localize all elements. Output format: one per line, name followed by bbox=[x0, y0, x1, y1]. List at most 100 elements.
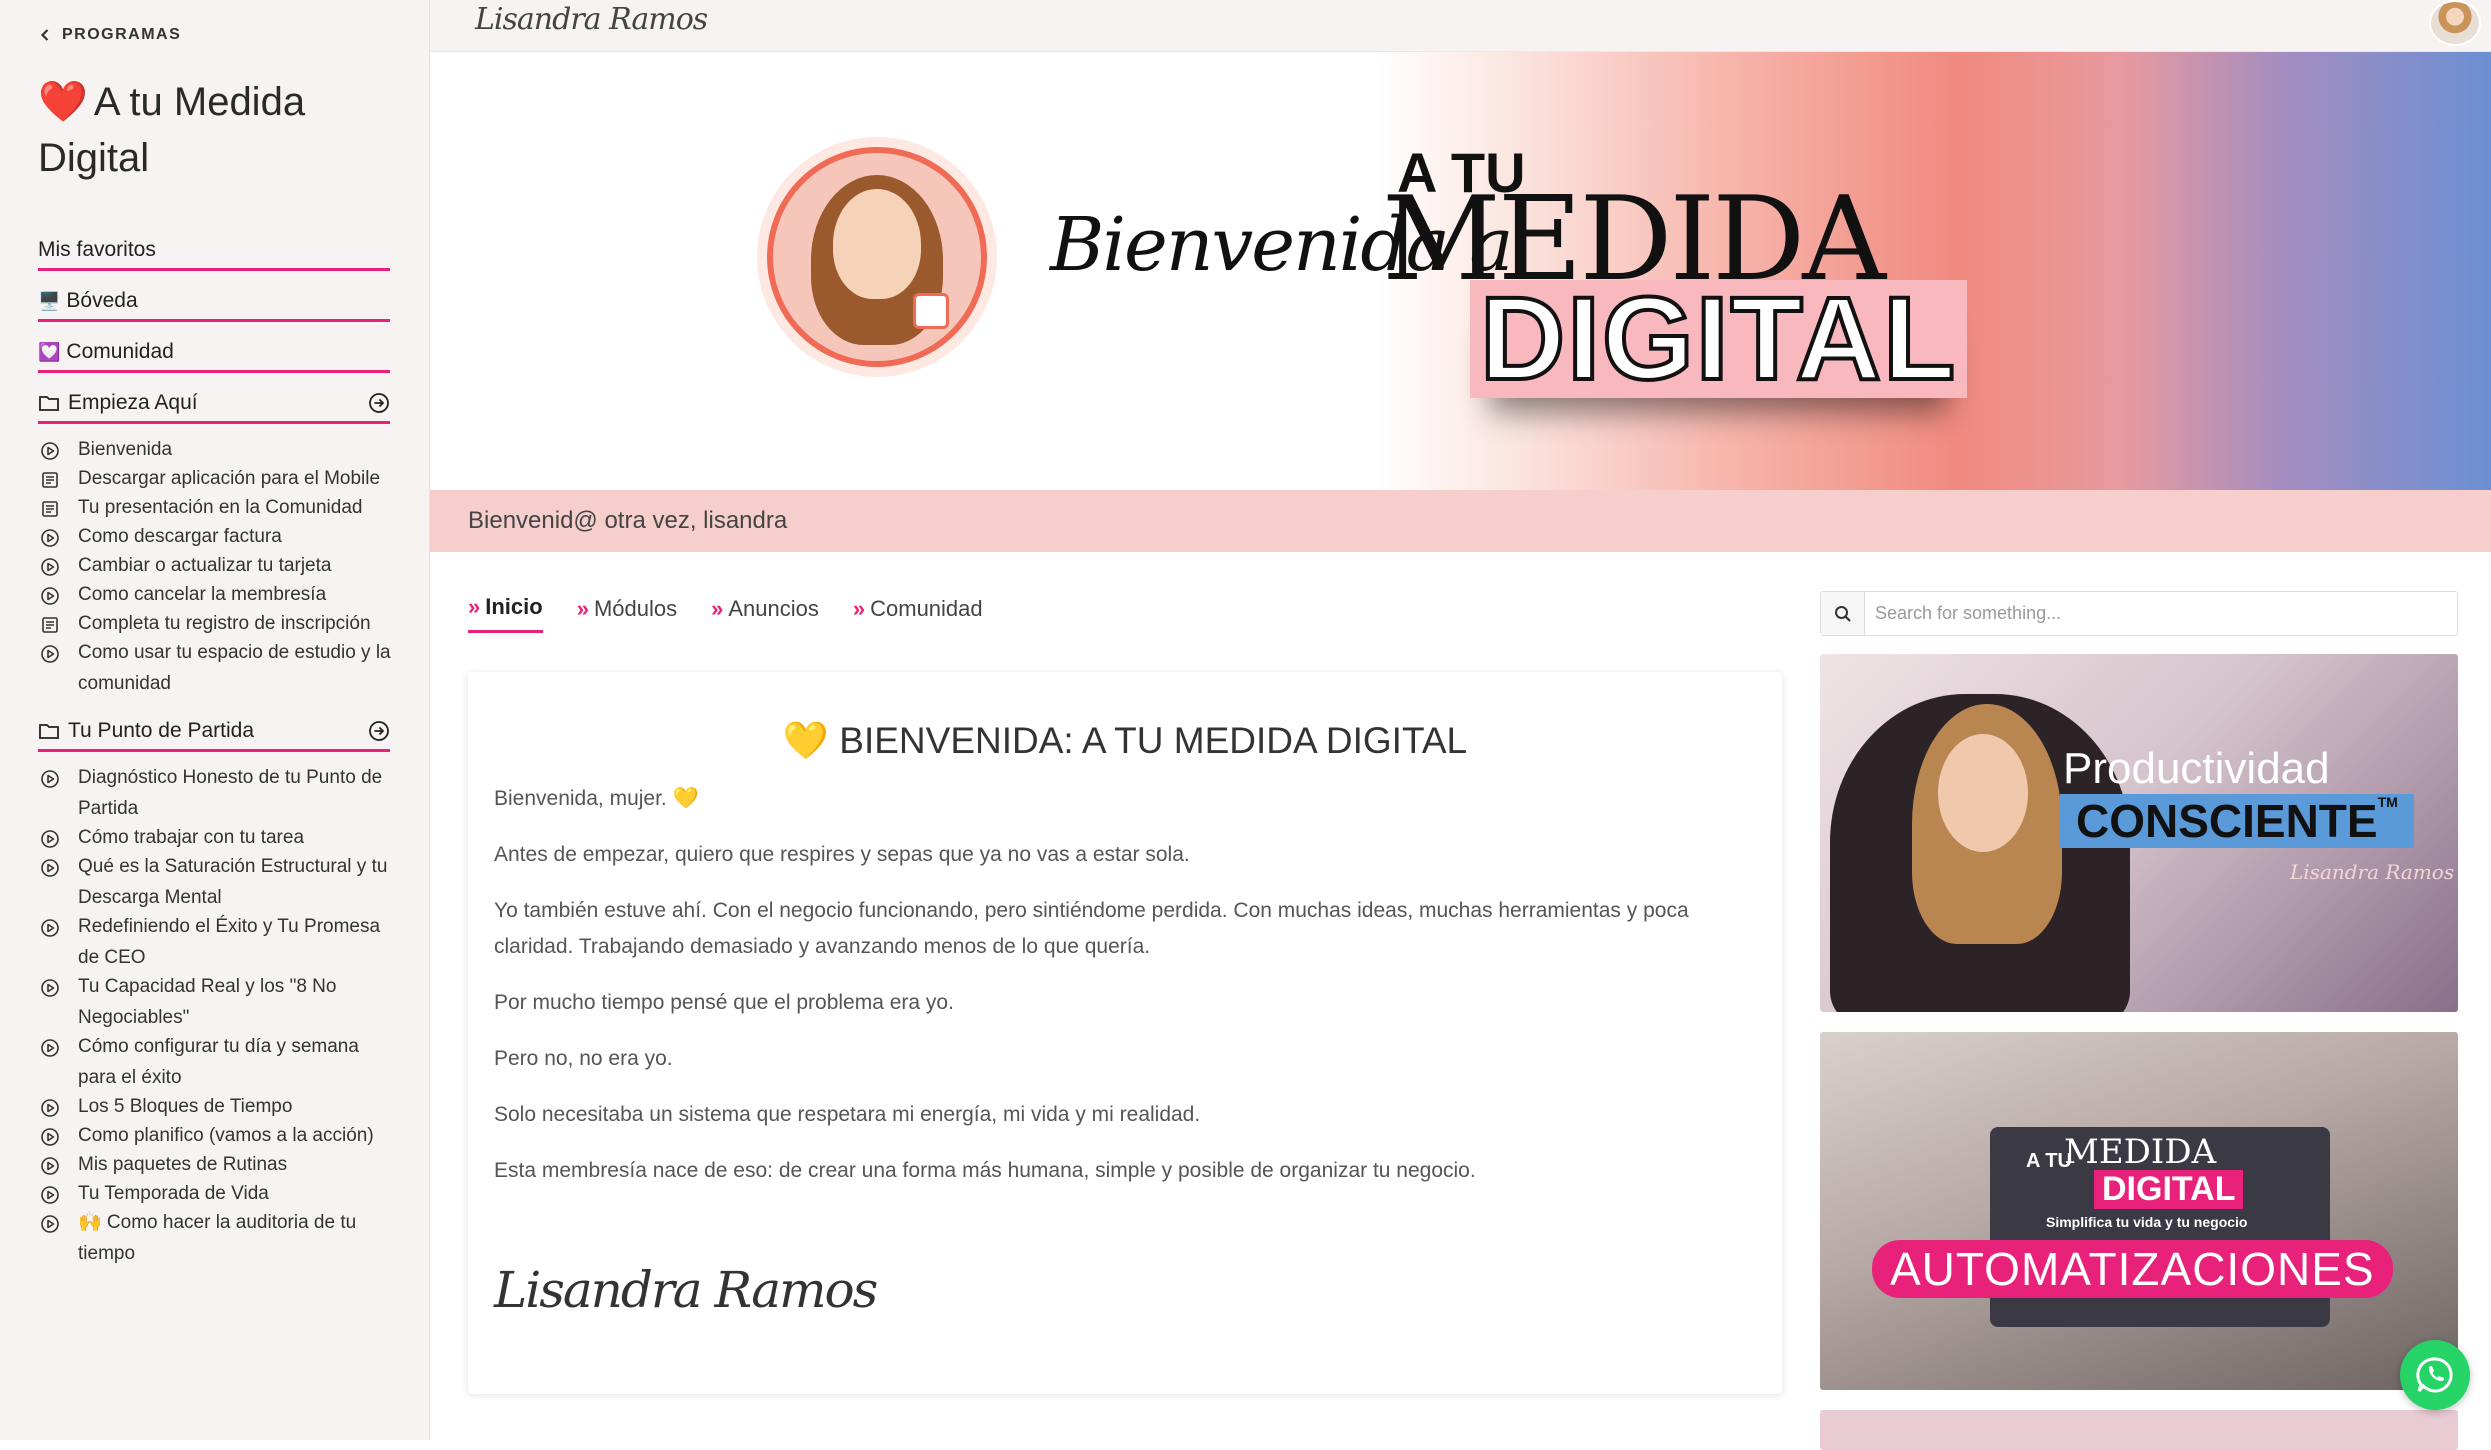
post-paragraph: Por mucho tiempo pensé que el problema e… bbox=[494, 991, 954, 1014]
arrow-circle-right-icon[interactable] bbox=[368, 392, 390, 414]
yellow-heart-icon: 💛 bbox=[782, 720, 829, 761]
lesson-item[interactable]: Bienvenida bbox=[38, 434, 398, 465]
lesson-item[interactable]: Cómo configurar tu día y semana para el … bbox=[38, 1031, 398, 1093]
double-chevron-right-icon: » bbox=[576, 595, 589, 621]
lesson-item[interactable]: Diagnóstico Honesto de tu Punto de Parti… bbox=[38, 762, 398, 824]
lesson-label: Tu Capacidad Real y los "8 No Negociable… bbox=[78, 976, 337, 1028]
lesson-label: Como descargar factura bbox=[78, 526, 282, 547]
welcome-bar: Bienvenid@ otra vez, lisandra bbox=[430, 490, 2491, 552]
promo2-digital: DIGITAL bbox=[2094, 1170, 2244, 1209]
lesson-item[interactable]: Los 5 Bloques de Tiempo bbox=[38, 1091, 398, 1122]
document-icon bbox=[40, 614, 60, 634]
post-paragraph: Pero no, no era yo. bbox=[494, 1047, 673, 1070]
sidebar: PROGRAMAS ❤️ A tu Medida Digital Mis favo… bbox=[0, 0, 430, 1440]
lesson-label: Qué es la Saturación Estructural y tu De… bbox=[78, 856, 388, 908]
lesson-item[interactable]: 🙌 Como hacer la auditoria de tu tiempo bbox=[38, 1207, 398, 1269]
lesson-item[interactable]: Tu Temporada de Vida bbox=[38, 1178, 398, 1209]
lesson-label: Mis paquetes de Rutinas bbox=[78, 1154, 288, 1175]
play-circle-icon bbox=[40, 1213, 60, 1233]
play-circle-icon bbox=[40, 1037, 60, 1057]
lesson-label: 🙌 Como hacer la auditoria de tu tiempo bbox=[78, 1212, 357, 1264]
lesson-item[interactable]: Descargar aplicación para el Mobile bbox=[38, 463, 398, 494]
welcome-post-card: 💛 BIENVENIDA: A TU MEDIDA DIGITAL Bienve… bbox=[468, 672, 1782, 1394]
post-paragraph: Bienvenida, mujer. 💛 bbox=[494, 787, 699, 810]
post-title-text: BIENVENIDA: A TU MEDIDA DIGITAL bbox=[839, 720, 1468, 761]
lesson-list: Bienvenida Descargar aplicación para el M… bbox=[38, 434, 391, 699]
lesson-list: Diagnóstico Honesto de tu Punto de Parti… bbox=[38, 762, 391, 1269]
lesson-label: Tu presentación en la Comunidad bbox=[78, 497, 363, 518]
tab-label: Módulos bbox=[593, 595, 678, 621]
sidebar-item-vault[interactable]: 🖥️ Bóveda bbox=[38, 289, 390, 322]
double-chevron-right-icon: » bbox=[468, 594, 480, 619]
folder-label: Empieza Aquí bbox=[68, 391, 198, 414]
lesson-item[interactable]: Qué es la Saturación Estructural y tu De… bbox=[38, 851, 398, 913]
promo-automatizaciones[interactable]: A TU MEDIDA DIGITAL Simplifica tu vida y… bbox=[1820, 1032, 2458, 1390]
signature: Lisandra Ramos bbox=[494, 1261, 878, 1319]
arrow-circle-right-icon[interactable] bbox=[368, 720, 390, 742]
sidebar-item-label: Bóveda bbox=[66, 289, 138, 312]
sidebar-item-favorites[interactable]: Mis favoritos bbox=[38, 238, 390, 271]
document-icon bbox=[40, 498, 60, 518]
post-paragraph: Yo también estuve ahí. Con el negocio fu… bbox=[494, 899, 1689, 958]
tab-label: Anuncios bbox=[728, 595, 819, 621]
sidebar-item-community[interactable]: 💟 Comunidad bbox=[38, 340, 390, 373]
whatsapp-icon bbox=[2416, 1357, 2453, 1393]
portrait-face bbox=[833, 189, 921, 299]
lesson-item[interactable]: Como descargar factura bbox=[38, 521, 398, 552]
promo2-tagline: Simplifica tu vida y tu negocio bbox=[2046, 1214, 2248, 1230]
promo1-highlight-text: CONSCIENTE bbox=[2076, 795, 2378, 847]
play-circle-icon bbox=[40, 857, 60, 877]
search-icon bbox=[1834, 605, 1851, 622]
lesson-item[interactable]: Tu Capacidad Real y los "8 No Negociable… bbox=[38, 971, 398, 1033]
folder-tu-punto-de-partida[interactable]: Tu Punto de Partida bbox=[38, 719, 390, 752]
folder-icon bbox=[39, 396, 59, 411]
lesson-item[interactable]: Cambiar o actualizar tu tarjeta bbox=[38, 550, 398, 581]
lesson-label: Completa tu registro de inscripción bbox=[78, 613, 371, 634]
promo1-title: Productividad bbox=[2063, 744, 2330, 793]
lesson-item[interactable]: Como usar tu espacio de estudio y la com… bbox=[38, 637, 398, 699]
whatsapp-chat-button[interactable] bbox=[2400, 1340, 2470, 1410]
folder-empieza-aqui[interactable]: Empieza Aquí bbox=[38, 391, 390, 424]
lesson-label: Bienvenida bbox=[78, 439, 173, 460]
search-input[interactable] bbox=[1865, 593, 2457, 634]
double-chevron-right-icon: » bbox=[711, 595, 723, 621]
search-button[interactable] bbox=[1821, 592, 1865, 635]
play-circle-icon bbox=[40, 977, 60, 997]
lesson-label: Descargar aplicación para el Mobile bbox=[78, 468, 381, 489]
brand-logo[interactable]: Lisandra Ramos bbox=[475, 2, 708, 37]
lesson-item[interactable]: Mis paquetes de Rutinas bbox=[38, 1149, 398, 1180]
lesson-item[interactable]: Tu presentación en la Comunidad bbox=[38, 492, 398, 523]
lesson-item[interactable]: Completa tu registro de inscripción bbox=[38, 608, 398, 639]
avatar[interactable] bbox=[2429, 0, 2481, 46]
search-bar bbox=[1820, 591, 2458, 636]
back-to-programs-link[interactable]: PROGRAMAS bbox=[38, 26, 391, 44]
promo2-pill: AUTOMATIZACIONES bbox=[1872, 1240, 2393, 1298]
coffee-cup-icon bbox=[913, 293, 949, 329]
tab-modulos[interactable]: » Módulos bbox=[577, 594, 677, 633]
back-link-label: PROGRAMAS bbox=[62, 26, 182, 43]
document-icon bbox=[40, 469, 60, 489]
lesson-label: Como usar tu espacio de estudio y la com… bbox=[78, 642, 391, 694]
lesson-label: Cómo trabajar con tu tarea bbox=[78, 827, 305, 848]
tab-inicio[interactable]: » Inicio bbox=[468, 594, 543, 633]
tab-label: Comunidad bbox=[870, 595, 983, 621]
promo-card-partial[interactable] bbox=[1820, 1410, 2458, 1450]
heart-icon: ❤️ bbox=[38, 80, 88, 124]
lesson-item[interactable]: Como cancelar la membresía bbox=[38, 579, 398, 610]
promo1-logo: Lisandra Ramos bbox=[2290, 860, 2455, 884]
lesson-item[interactable]: Cómo trabajar con tu tarea bbox=[38, 822, 398, 853]
play-circle-icon bbox=[40, 1155, 60, 1175]
post-paragraph: Solo necesitaba un sistema que respetara… bbox=[494, 1103, 1201, 1126]
promo-productividad-consciente[interactable]: Productividad CONSCIENTETM Lisandra Ramo… bbox=[1820, 654, 2458, 1012]
sidebar-nav: Mis favoritos 🖥️ Bóveda 💟 Comunidad Empi… bbox=[38, 238, 391, 1269]
lesson-item[interactable]: Redefiniendo el Éxito y Tu Promesa de CE… bbox=[38, 911, 398, 973]
promo2-medida: MEDIDA bbox=[2064, 1132, 2217, 1172]
promo1-highlight: CONSCIENTETM bbox=[2060, 794, 2414, 848]
play-circle-icon bbox=[40, 556, 60, 576]
top-bar: Lisandra Ramos bbox=[430, 0, 2491, 52]
tab-comunidad[interactable]: » Comunidad bbox=[853, 594, 983, 633]
lesson-item[interactable]: Como planifico (vamos a la acción) bbox=[38, 1120, 398, 1151]
play-circle-icon bbox=[40, 1126, 60, 1146]
tab-anuncios[interactable]: » Anuncios bbox=[711, 594, 819, 633]
play-circle-icon bbox=[40, 440, 60, 460]
